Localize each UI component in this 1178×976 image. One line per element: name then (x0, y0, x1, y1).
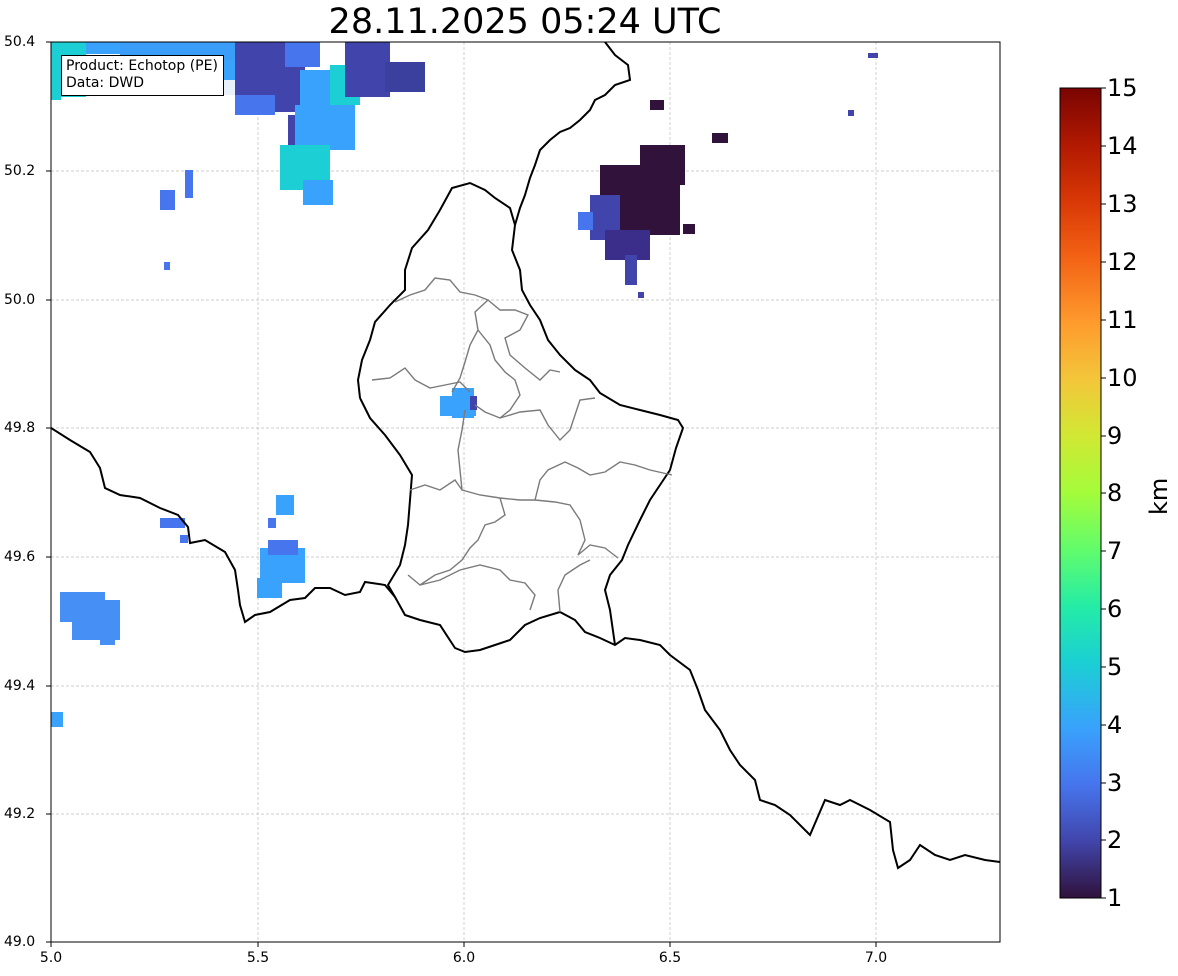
product-info-box: Product: Echotop (PE) Data: DWD (61, 55, 224, 96)
colorbar-tick-label: 1 (1107, 884, 1123, 912)
y-tick-label: 49.0 (4, 934, 36, 950)
x-tick-label: 5.0 (39, 950, 63, 966)
y-tick-label: 50.0 (4, 292, 36, 308)
x-tick-label: 6.5 (658, 950, 682, 966)
colorbar-tick-label: 4 (1107, 711, 1123, 739)
colorbar-tick-label: 8 (1107, 479, 1123, 507)
map-background (51, 42, 1000, 942)
colorbar-unit-label: km (1145, 477, 1173, 515)
colorbar-tick-label: 7 (1107, 537, 1123, 565)
y-tick-label: 50.2 (4, 163, 36, 179)
radar-map (46, 41, 1106, 947)
colorbar-tick-label: 13 (1107, 190, 1138, 218)
y-tick-label: 49.6 (4, 549, 36, 565)
colorbar-tick-label: 2 (1107, 826, 1123, 854)
x-tick-label: 7.0 (864, 950, 888, 966)
y-tick-label: 49.2 (4, 806, 36, 822)
y-tick-label: 50.4 (4, 34, 36, 50)
colorbar (1059, 87, 1102, 899)
product-label: Product: Echotop (PE) (66, 58, 218, 74)
data-source-label: Data: DWD (66, 75, 144, 91)
colorbar-tick-label: 11 (1107, 306, 1138, 334)
colorbar-tick-label: 15 (1107, 74, 1138, 102)
colorbar-tick-label: 9 (1107, 422, 1123, 450)
colorbar-tick-label: 12 (1107, 248, 1138, 276)
x-tick-label: 5.5 (246, 950, 270, 966)
colorbar-tick-label: 3 (1107, 769, 1123, 797)
colorbar-tick-label: 10 (1107, 364, 1138, 392)
y-tick-label: 49.8 (4, 420, 36, 436)
colorbar-tick-label: 5 (1107, 653, 1123, 681)
y-tick-label: 49.4 (4, 678, 36, 694)
colorbar-tick-label: 6 (1107, 595, 1123, 623)
colorbar-tick-label: 14 (1107, 132, 1138, 160)
x-tick-label: 6.0 (452, 950, 476, 966)
